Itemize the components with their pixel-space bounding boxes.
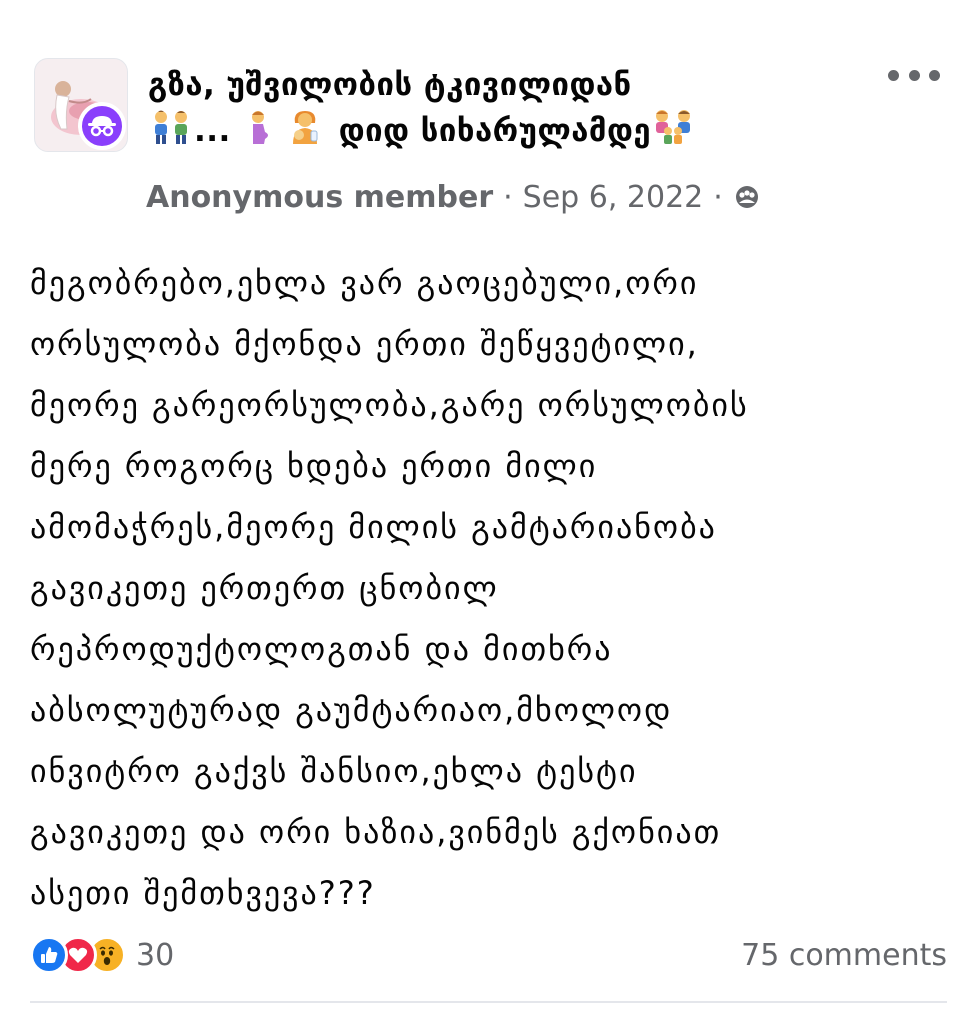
post-text-line: მერე როგორც ხდება ერთი მილი <box>30 447 598 485</box>
post-text-line: ორსულობა მქონდა ერთი შეწყვეტილი, <box>30 325 699 363</box>
post-text-line: მეორე გარეორსულობა,გარე ორსულობის <box>30 386 749 424</box>
post-text-line: ამომაჭრეს,მეორე მილის გამტარიანობა <box>30 508 717 546</box>
post-avatar[interactable] <box>34 58 130 154</box>
post-text-line: მეგობრებო,ეხლა ვარ გაოცებული,ორი <box>30 264 699 302</box>
post-meta: Anonymous member · Sep 6, 2022 · <box>146 177 761 217</box>
like-reaction-icon <box>30 936 68 974</box>
divider <box>30 1001 947 1003</box>
post-text-line: რეპროდუქტოლოგთან და მითხრა <box>30 630 613 668</box>
family-emoji-icon <box>651 109 695 158</box>
group-members-icon <box>733 183 761 211</box>
post-text-line: ასეთი შემთხვევა??? <box>30 874 376 912</box>
comments-count-link[interactable]: 75 comments <box>741 934 947 976</box>
woman-feeding-baby-emoji-icon <box>287 109 327 158</box>
meta-separator: · <box>713 179 723 215</box>
group-title[interactable]: გზა, უშვილობის ტკივილიდან ... დიდ სიხარუ… <box>148 62 868 158</box>
author-name[interactable]: Anonymous member <box>146 180 493 215</box>
post-text-line: გავიკეთე და ორი ხაზია,ვინმეს გქონიათ <box>30 813 722 851</box>
more-icon <box>888 69 899 81</box>
pregnant-woman-emoji-icon <box>242 109 276 158</box>
post-text: მეგობრებო,ეხლა ვარ გაოცებული,ორი ორსულობ… <box>30 253 950 924</box>
post-text-line: ინვიტრო გაქვს შანსიო,ეხლა ტესტი <box>30 752 638 790</box>
more-options-button[interactable] <box>888 62 940 88</box>
meta-separator: · <box>503 179 513 215</box>
anonymous-member-icon <box>78 102 126 150</box>
post-text-line: აბსოლუტურად გაუმტარიაო,მხოლოდ <box>30 691 673 729</box>
post-date[interactable]: Sep 6, 2022 <box>523 180 704 215</box>
reaction-count: 30 <box>136 937 175 973</box>
couple-emoji-icon <box>148 109 194 158</box>
reactions-summary[interactable]: 30 <box>30 934 174 976</box>
post-text-line: გავიკეთე ერთერთ ცნობილ <box>30 569 499 607</box>
group-title-text: გზა, უშვილობის ტკივილიდან <box>148 67 632 103</box>
